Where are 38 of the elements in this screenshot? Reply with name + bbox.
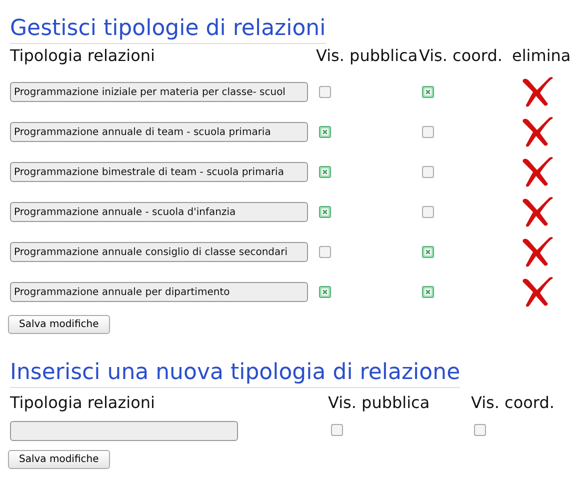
column-header: elimina: [512, 46, 572, 66]
column-header: Tipologia relazioni: [10, 46, 156, 66]
checkbox[interactable]: [319, 86, 331, 98]
column-header: Vis. coord.: [471, 393, 556, 413]
delete-icon[interactable]: [520, 196, 554, 228]
delete-icon[interactable]: [520, 236, 554, 268]
checkbox[interactable]: [319, 286, 331, 298]
type-name-field[interactable]: Programmazione annuale di team - scuola primaria: [10, 122, 308, 142]
checkbox[interactable]: [422, 206, 434, 218]
checkbox[interactable]: [422, 246, 434, 258]
save-button[interactable]: Salva modifiche: [8, 315, 110, 334]
delete-icon[interactable]: [520, 276, 554, 308]
column-header: Vis. coord.: [419, 46, 504, 66]
type-name-field[interactable]: Programmazione iniziale per materia per classe- scuol: [10, 82, 308, 102]
checkbox[interactable]: [422, 126, 434, 138]
checkbox[interactable]: [319, 246, 331, 258]
checkbox[interactable]: [474, 424, 486, 436]
column-header: Vis. pubblica: [328, 393, 431, 413]
type-name-field[interactable]: Programmazione bimestrale di team - scuola primaria: [10, 162, 308, 182]
checkbox[interactable]: [422, 286, 434, 298]
column-header: Tipologia relazioni: [10, 393, 156, 413]
checkbox[interactable]: [331, 424, 343, 436]
delete-icon[interactable]: [520, 156, 554, 188]
section-title: Gestisci tipologie di relazioni: [10, 16, 326, 44]
type-name-field[interactable]: [10, 421, 238, 441]
column-header: Vis. pubblica: [316, 46, 419, 66]
delete-icon[interactable]: [520, 76, 554, 108]
checkbox[interactable]: [422, 86, 434, 98]
type-name-field[interactable]: Programmazione annuale - scuola d'infanzia: [10, 202, 308, 222]
save-button[interactable]: Salva modifiche: [8, 450, 110, 469]
section-title: Inserisci una nuova tipologia di relazione: [10, 360, 460, 388]
checkbox[interactable]: [319, 126, 331, 138]
checkbox[interactable]: [422, 166, 434, 178]
checkbox[interactable]: [319, 166, 331, 178]
checkbox[interactable]: [319, 206, 331, 218]
delete-icon[interactable]: [520, 116, 554, 148]
type-name-field[interactable]: Programmazione annuale consiglio di classe secondari: [10, 242, 308, 262]
type-name-field[interactable]: Programmazione annuale per dipartimento: [10, 282, 308, 302]
